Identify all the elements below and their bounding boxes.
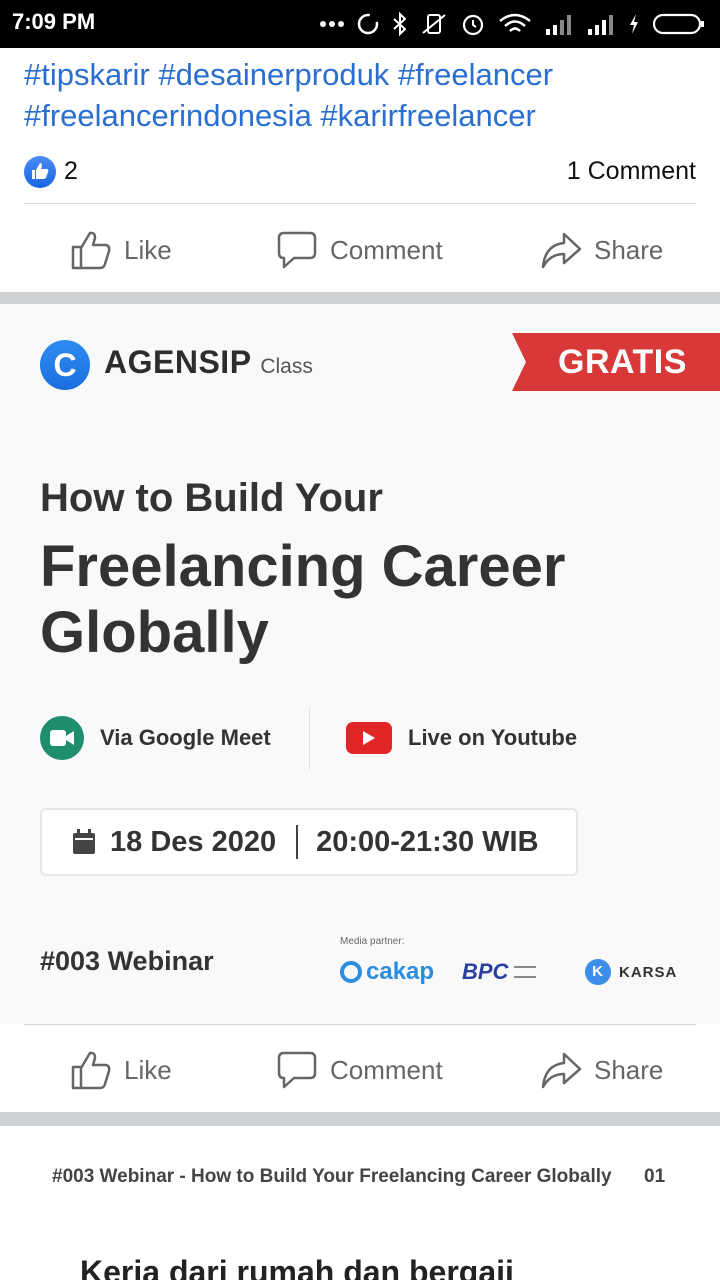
youtube-icon bbox=[346, 722, 392, 754]
live-youtube-text: Live on Youtube bbox=[408, 725, 578, 750]
slide-header: #003 Webinar - How to Build Your Freelan… bbox=[52, 1166, 612, 1187]
brand-name: AGENSIP Class bbox=[104, 344, 313, 381]
signal-icon bbox=[546, 15, 571, 35]
wifi-icon bbox=[499, 13, 531, 32]
reactions-row[interactable]: 2 1 Comment bbox=[24, 152, 696, 192]
sync-icon bbox=[357, 13, 379, 35]
post-separator bbox=[0, 1112, 720, 1126]
cakap-text: cakap bbox=[366, 958, 435, 985]
date-time-box: 18 Des 2020 20:00-21:30 WIB bbox=[40, 808, 578, 876]
event-time: 20:00-21:30 WIB bbox=[316, 825, 539, 858]
alarm-icon bbox=[462, 14, 484, 36]
slide-number: 01 bbox=[644, 1166, 666, 1187]
share-button[interactable]: Share bbox=[540, 1028, 663, 1112]
like-button[interactable]: Like bbox=[70, 208, 172, 292]
slide-title: Kerja dari rumah dan bergaji bbox=[80, 1254, 514, 1280]
poster-title-line-1: How to Build Your bbox=[40, 476, 383, 520]
via-meet-text: Via Google Meet bbox=[100, 725, 271, 750]
agensip-logo-icon: C bbox=[40, 340, 90, 390]
share-icon bbox=[541, 232, 582, 269]
post2-action-bar: Like Comment Share bbox=[0, 1028, 720, 1112]
karsa-text: KARSA bbox=[619, 963, 678, 981]
share-icon bbox=[541, 1052, 582, 1089]
brand-main: AGENSIP bbox=[104, 344, 251, 380]
hashtags-line-2[interactable]: #freelancerindonesia #karirfreelancer bbox=[24, 95, 704, 136]
like-reaction-icon bbox=[24, 156, 56, 188]
google-meet-icon bbox=[40, 716, 84, 760]
bpc-lines-icon bbox=[514, 966, 537, 978]
vertical-divider bbox=[309, 706, 310, 770]
more-icon bbox=[320, 21, 344, 27]
brand-sub: Class bbox=[260, 355, 313, 378]
divider bbox=[24, 1024, 696, 1025]
status-time: 7:09 PM bbox=[12, 9, 96, 34]
share-label: Share bbox=[594, 1054, 664, 1085]
vibrate-off-icon bbox=[422, 14, 446, 34]
signal-icon bbox=[588, 15, 613, 35]
bluetooth-icon bbox=[393, 12, 407, 36]
post1-action-bar: Like Comment Share bbox=[0, 208, 720, 292]
battery-icon bbox=[652, 13, 704, 35]
comment-icon bbox=[277, 231, 317, 269]
comment-button[interactable]: Comment bbox=[276, 208, 443, 292]
karsa-icon: K bbox=[585, 959, 611, 985]
post3-image[interactable]: #003 Webinar - How to Build Your Freelan… bbox=[0, 1126, 720, 1280]
like-label: Like bbox=[124, 1054, 172, 1085]
divider bbox=[24, 203, 696, 204]
bpc-text: BPC bbox=[462, 959, 509, 984]
partner-cakap-logo: cakap bbox=[340, 956, 434, 988]
partner-bpc-logo: BPC bbox=[462, 956, 537, 988]
media-partner-label: Media partner: bbox=[340, 936, 405, 947]
date-separator bbox=[296, 825, 299, 859]
thumbs-up-icon bbox=[71, 231, 111, 270]
post-separator bbox=[0, 292, 720, 304]
like-count: 2 bbox=[64, 157, 78, 185]
thumbs-up-icon bbox=[71, 1051, 111, 1090]
youtube-label: Live on Youtube bbox=[346, 714, 577, 762]
comment-icon bbox=[277, 1051, 317, 1089]
partner-karsa-logo: K KARSA bbox=[585, 956, 677, 988]
calendar-icon bbox=[73, 829, 95, 854]
share-label: Share bbox=[594, 234, 664, 265]
comment-count[interactable]: 1 Comment bbox=[567, 157, 696, 186]
comment-label: Comment bbox=[330, 234, 443, 265]
like-label: Like bbox=[124, 234, 172, 265]
post-hashtags[interactable]: #tipskarir #desainerproduk #freelancer #… bbox=[24, 54, 704, 136]
status-bar: 7:09 PM bbox=[0, 0, 720, 48]
event-date: 18 Des 2020 bbox=[110, 825, 277, 858]
free-badge: GRATIS bbox=[512, 333, 720, 391]
share-button[interactable]: Share bbox=[540, 208, 663, 292]
webinar-number: #003 Webinar bbox=[40, 946, 214, 976]
comment-button[interactable]: Comment bbox=[276, 1028, 443, 1112]
status-icons bbox=[320, 8, 706, 40]
comment-label: Comment bbox=[330, 1054, 443, 1085]
hashtags-line-1[interactable]: #tipskarir #desainerproduk #freelancer bbox=[24, 54, 704, 95]
like-button[interactable]: Like bbox=[70, 1028, 172, 1112]
charging-icon bbox=[630, 14, 638, 34]
cakap-icon bbox=[340, 961, 362, 983]
poster-title-line-2: Freelancing Career Globally bbox=[40, 534, 566, 665]
google-meet-label: Via Google Meet bbox=[40, 714, 271, 762]
